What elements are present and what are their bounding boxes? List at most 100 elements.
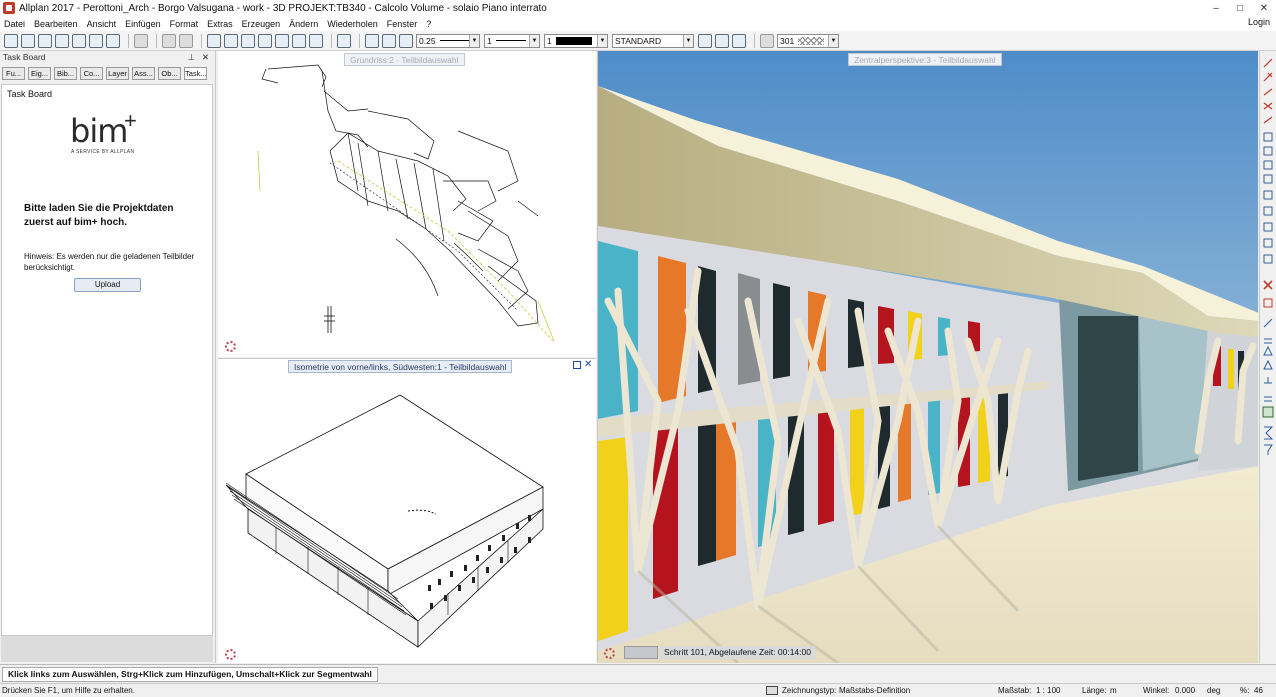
copy-icon[interactable]: [258, 33, 272, 48]
allplan-app-icon[interactable]: [3, 2, 15, 14]
tab-task-board[interactable]: Task...: [184, 67, 207, 80]
angle-value[interactable]: 0.000: [1175, 684, 1195, 697]
tab-bibliothek[interactable]: Bib...: [54, 67, 77, 80]
tab-layer[interactable]: Layer: [106, 67, 129, 80]
project-icon[interactable]: [21, 33, 35, 48]
layer-select[interactable]: STANDARD ▼: [612, 33, 694, 48]
chevron-down-icon[interactable]: ▼: [597, 34, 607, 47]
view-icon[interactable]: [292, 33, 306, 48]
rendered-building-image: [598, 51, 1258, 663]
drawing-type-icon[interactable]: [766, 686, 778, 695]
tab-objekte[interactable]: Ob...: [158, 67, 181, 80]
zoom-icon[interactable]: [337, 33, 351, 48]
task-board-header: Task Board: [7, 89, 53, 99]
brush-icon[interactable]: [399, 33, 413, 48]
plan-viewport[interactable]: Grundriss:2 - Teilbildauswahl: [218, 51, 596, 357]
command-prompt-message: Klick links zum Auswählen, Strg+Klick zu…: [2, 667, 378, 682]
minimize-button[interactable]: –: [1204, 3, 1228, 14]
save-icon[interactable]: [72, 33, 86, 48]
menu-wiederholen[interactable]: Wiederholen: [327, 19, 378, 29]
tab-assistent[interactable]: Ass...: [132, 67, 155, 80]
line-color-value: 1: [547, 35, 552, 46]
isometric-viewport[interactable]: Isometrie von vorne/links, Südwesten:1 -…: [218, 358, 596, 663]
angle-unit-value[interactable]: deg: [1207, 684, 1220, 697]
upload-note: Hinweis: Es werden nur die geladenen Tei…: [24, 252, 195, 272]
line-sample: [495, 40, 526, 41]
cube-icon[interactable]: [309, 33, 323, 48]
layer-value: STANDARD: [615, 35, 662, 46]
toolbar-separator: [331, 33, 332, 48]
open-icon[interactable]: [38, 33, 52, 48]
visibility-icon[interactable]: [715, 33, 729, 48]
task-board-palette: Task Board ⊥ ✕ Fu... Eig... Bib... Co...…: [0, 51, 216, 663]
menu-fenster[interactable]: Fenster: [387, 19, 418, 29]
chevron-down-icon[interactable]: ▼: [828, 34, 838, 47]
menu-datei[interactable]: Datei: [4, 19, 25, 29]
menu-help[interactable]: ?: [426, 19, 431, 29]
tab-eigenschaften[interactable]: Eig...: [28, 67, 51, 80]
hatch-sample: [798, 36, 825, 45]
pin-icon[interactable]: ⊥: [188, 51, 195, 63]
paste-icon[interactable]: [275, 33, 289, 48]
command-line: Klick links zum Auswählen, Strg+Klick zu…: [0, 664, 1276, 683]
menu-erzeugen[interactable]: Erzeugen: [242, 19, 281, 29]
message-icon[interactable]: [106, 33, 120, 48]
layer-icon[interactable]: [698, 33, 712, 48]
toolbar-separator: [156, 33, 157, 48]
help-hint: Drücken Sie F1, um Hilfe zu erhalten.: [2, 686, 135, 695]
tab-connect[interactable]: Co...: [80, 67, 103, 80]
palette-footer: [1, 636, 213, 662]
percent-value: 46: [1254, 686, 1263, 695]
bim-logo-plus: +: [124, 108, 137, 133]
maximize-button[interactable]: □: [1228, 3, 1252, 14]
toolbar-separator: [128, 33, 129, 48]
chevron-down-icon[interactable]: ▼: [683, 34, 693, 47]
palette-close-icon[interactable]: ✕: [202, 51, 209, 63]
section-icon[interactable]: [224, 33, 238, 48]
snap-cursor-icon: [225, 341, 236, 352]
status-bar: Drücken Sie F1, um Hilfe zu erhalten. Ze…: [0, 683, 1276, 697]
menu-ansicht[interactable]: Ansicht: [87, 19, 117, 29]
drawing-type-value[interactable]: Maßstabs-Definition: [839, 684, 910, 697]
redo-icon[interactable]: [179, 33, 193, 48]
image-icon[interactable]: [134, 33, 148, 48]
upload-button[interactable]: Upload: [74, 278, 141, 292]
pen-thickness-select[interactable]: 0.25 ▼: [416, 33, 480, 48]
length-unit-value[interactable]: m: [1110, 684, 1117, 697]
render-progress-indicator: [624, 646, 658, 659]
login-link[interactable]: Login: [1248, 17, 1270, 27]
menu-extras[interactable]: Extras: [207, 19, 233, 29]
menu-format[interactable]: Format: [170, 19, 199, 29]
drawing-type-label: Zeichnungstyp:: [782, 686, 837, 695]
pencil-icon[interactable]: [382, 33, 396, 48]
tab-funktionen[interactable]: Fu...: [2, 67, 25, 80]
layer-filter-icon[interactable]: [732, 33, 746, 48]
menu-bearbeiten[interactable]: Bearbeiten: [34, 19, 78, 29]
pen-icon[interactable]: [365, 33, 379, 48]
undo-icon[interactable]: [162, 33, 176, 48]
scale-label: Maßstab:: [998, 686, 1032, 695]
plus-icon[interactable]: [89, 33, 103, 48]
open-folder-icon[interactable]: [55, 33, 69, 48]
layout-icon[interactable]: [207, 33, 221, 48]
isometric-building-drawing: [225, 394, 544, 648]
line-color-select[interactable]: 1 ▼: [544, 33, 608, 48]
menu-einfuegen[interactable]: Einfügen: [125, 19, 161, 29]
main-toolbar: 0.25 ▼ 1 ▼ 1 ▼ STANDARD ▼ 301 ▼: [0, 31, 1276, 51]
new-file-icon[interactable]: [4, 33, 18, 48]
line-type-select[interactable]: 1 ▼: [484, 33, 540, 48]
chevron-down-icon[interactable]: ▼: [469, 34, 479, 47]
cut-icon[interactable]: [241, 33, 255, 48]
perspective-viewport[interactable]: Zentralperspektive:3 - Teilbildauswahl S…: [597, 51, 1258, 663]
floor-plan-drawing: [257, 64, 555, 342]
chevron-down-icon[interactable]: ▼: [529, 34, 539, 47]
menu-aendern[interactable]: Ändern: [289, 19, 318, 29]
close-button[interactable]: ✕: [1252, 3, 1276, 14]
title-bar: Allplan 2017 - Perottoni_Arch - Borgo Va…: [0, 0, 1276, 16]
pen-thickness-value: 0.25: [419, 35, 436, 46]
toolbar-separator: [201, 33, 202, 48]
window-title: Allplan 2017 - Perottoni_Arch - Borgo Va…: [19, 2, 547, 14]
scale-value[interactable]: 1 : 100: [1036, 684, 1060, 697]
hatch-select[interactable]: 301 ▼: [777, 33, 839, 48]
hatch-icon[interactable]: [760, 33, 774, 48]
